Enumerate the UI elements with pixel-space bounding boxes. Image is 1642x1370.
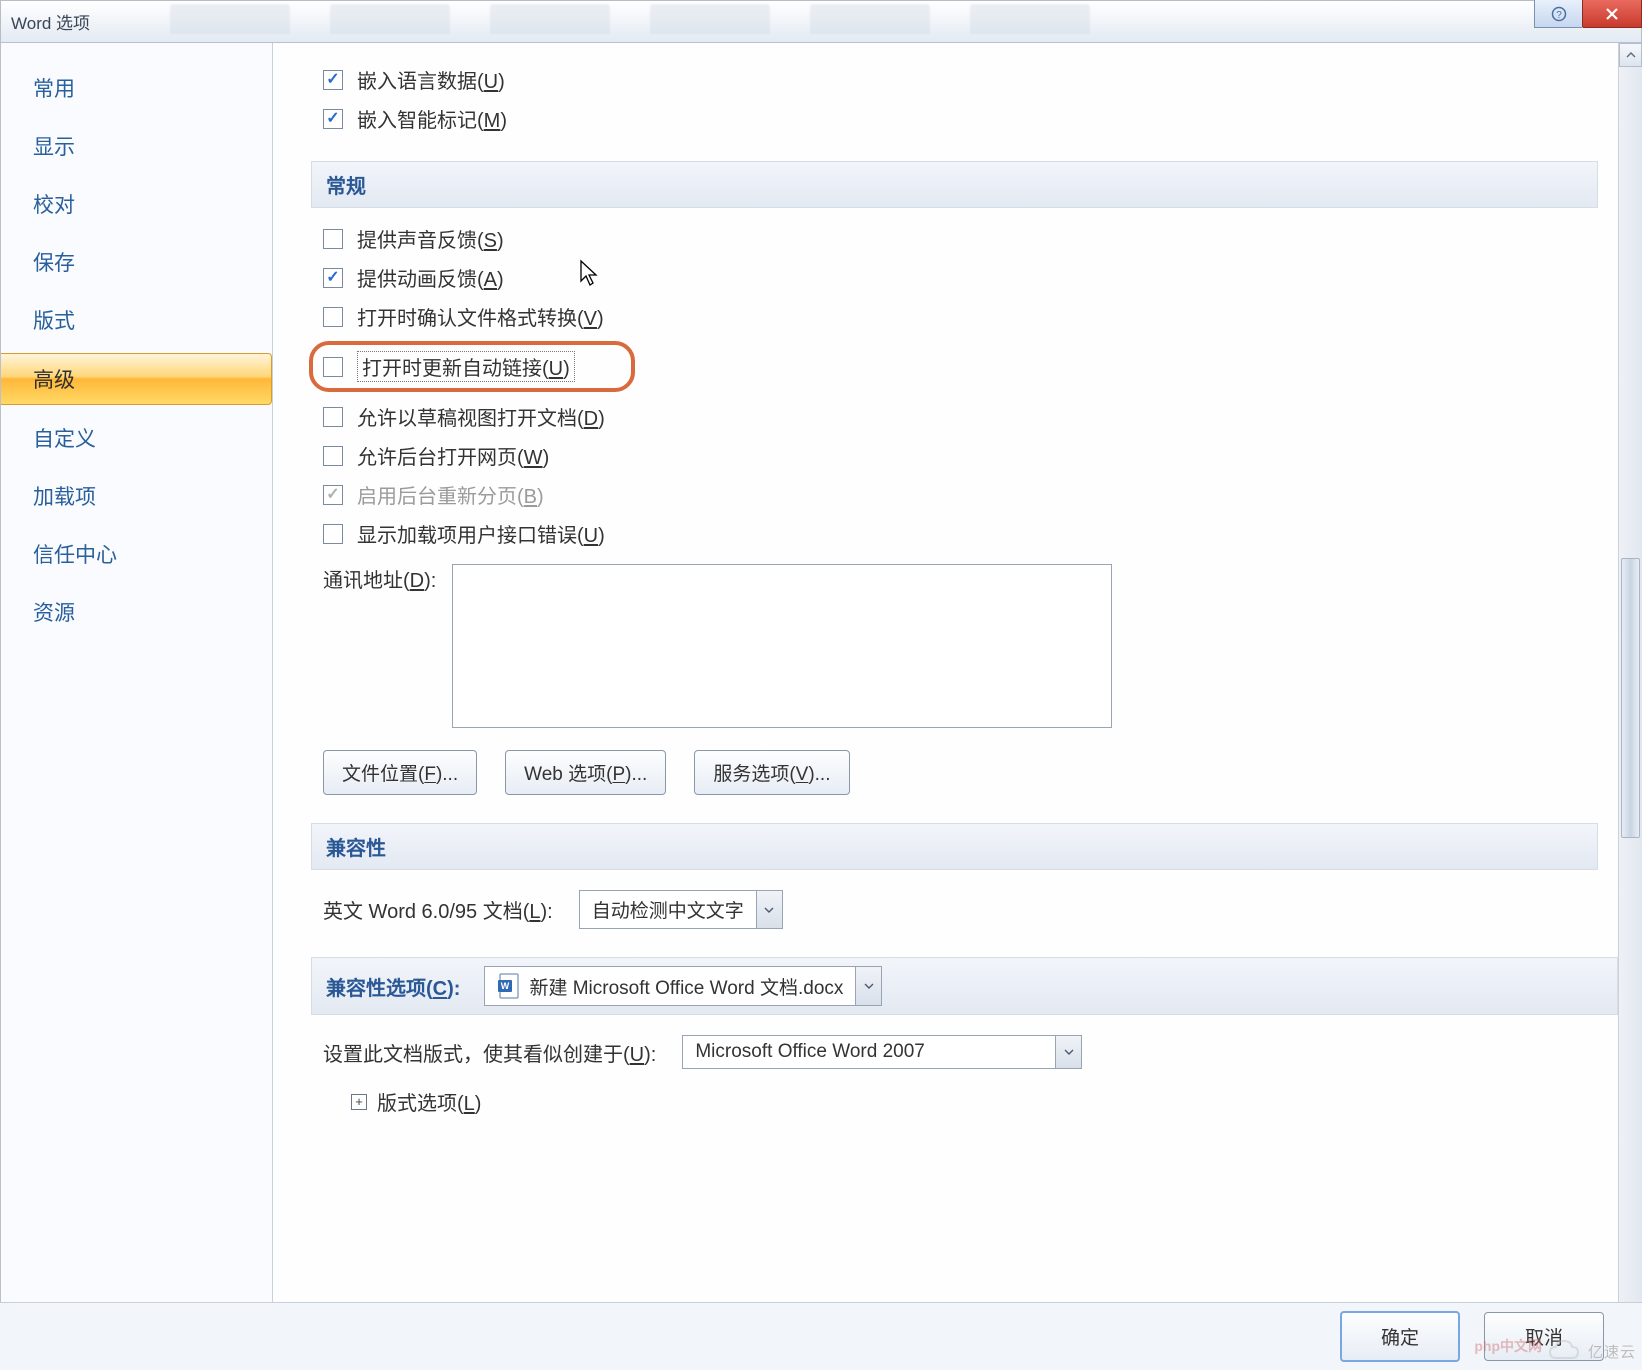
close-icon <box>1604 6 1620 22</box>
checkbox-icon <box>323 307 343 327</box>
plus-icon: + <box>351 1094 367 1110</box>
layout-as-row: 设置此文档版式，使其看似创建于(U): Microsoft Office Wor… <box>323 1035 1606 1069</box>
check-addin-ui-errors[interactable]: 显示加载项用户接口错误(U) <box>323 519 1606 548</box>
checkbox-icon <box>323 446 343 466</box>
expander-label: 版式选项(L) <box>377 1087 481 1116</box>
layout-as-combo[interactable]: Microsoft Office Word 2007 <box>682 1035 1082 1069</box>
combo-value: Microsoft Office Word 2007 <box>683 1036 1055 1068</box>
checkbox-icon <box>323 485 343 505</box>
check-label: 嵌入语言数据(U) <box>357 65 505 94</box>
check-embed-language[interactable]: 嵌入语言数据(U) <box>323 65 1606 94</box>
mailing-label: 通讯地址(D): <box>323 564 436 593</box>
check-update-auto-links[interactable]: 打开时更新自动链接(U) <box>323 351 575 382</box>
sidebar-item-save[interactable]: 保存 <box>1 237 272 287</box>
check-animation-feedback[interactable]: 提供动画反馈(A) <box>323 263 1606 292</box>
check-draft-open[interactable]: 允许以草稿视图打开文档(D) <box>323 402 1606 431</box>
window-title: Word 选项 <box>11 9 90 34</box>
sidebar-item-display[interactable]: 显示 <box>1 121 272 171</box>
check-bg-repagination: 启用后台重新分页(B) <box>323 480 1606 509</box>
dialog-body: 常用 显示 校对 保存 版式 高级 自定义 加载项 信任中心 资源 嵌入语言数据… <box>0 42 1642 1332</box>
combo-value: 自动检测中文文字 <box>580 891 756 928</box>
checkbox-icon <box>323 268 343 288</box>
check-label: 允许以草稿视图打开文档(D) <box>357 402 605 431</box>
chevron-down-icon <box>1055 1036 1081 1068</box>
chevron-down-icon <box>756 891 782 928</box>
word-doc-icon: W <box>497 972 521 1000</box>
check-label: 提供动画反馈(A) <box>357 263 504 292</box>
check-label: 提供声音反馈(S) <box>357 224 504 253</box>
web-options-button[interactable]: Web 选项(P)... <box>505 750 666 795</box>
checkbox-icon <box>323 357 343 377</box>
compat-options-row: 兼容性选项(C): W 新建 Microsoft Office Word 文档.… <box>311 957 1618 1015</box>
check-confirm-convert[interactable]: 打开时确认文件格式转换(V) <box>323 302 1606 331</box>
sidebar-item-proofing[interactable]: 校对 <box>1 179 272 229</box>
checkbox-icon <box>323 524 343 544</box>
combo-value: W 新建 Microsoft Office Word 文档.docx <box>485 967 855 1005</box>
check-label: 启用后台重新分页(B) <box>357 480 544 509</box>
chevron-down-icon <box>855 967 881 1005</box>
sidebar-item-frequent[interactable]: 常用 <box>1 63 272 113</box>
sidebar-item-resources[interactable]: 资源 <box>1 587 272 637</box>
check-label: 嵌入智能标记(M) <box>357 104 507 133</box>
watermark-php: php中文网 <box>1474 1336 1542 1356</box>
check-bg-open-web[interactable]: 允许后台打开网页(W) <box>323 441 1606 470</box>
highlight-annotation: 打开时更新自动链接(U) <box>309 341 635 392</box>
options-panel: 嵌入语言数据(U) 嵌入智能标记(M) 常规 提供声音反馈(S) 提供动画反馈(… <box>273 43 1642 1331</box>
help-button[interactable]: ? <box>1534 0 1582 28</box>
sidebar-item-layout[interactable]: 版式 <box>1 295 272 345</box>
cloud-icon <box>1544 1336 1584 1366</box>
close-button[interactable] <box>1582 0 1642 28</box>
section-compatibility-header: 兼容性 <box>311 823 1598 870</box>
checkbox-icon <box>323 70 343 90</box>
sidebar-item-addins[interactable]: 加载项 <box>1 471 272 521</box>
en-word-label: 英文 Word 6.0/95 文档(L): <box>323 895 553 924</box>
check-embed-smart-tags[interactable]: 嵌入智能标记(M) <box>323 104 1606 133</box>
check-sound-feedback[interactable]: 提供声音反馈(S) <box>323 224 1606 253</box>
check-label: 打开时确认文件格式转换(V) <box>357 302 604 331</box>
svg-text:W: W <box>501 981 510 991</box>
mailing-address-input[interactable] <box>452 564 1112 728</box>
section-general-header: 常规 <box>311 161 1598 208</box>
sidebar-item-trust[interactable]: 信任中心 <box>1 529 272 579</box>
mailing-address-row: 通讯地址(D): <box>323 564 1606 728</box>
checkbox-icon <box>323 229 343 249</box>
watermark: 亿速云 <box>1544 1336 1636 1366</box>
layout-as-label: 设置此文档版式，使其看似创建于(U): <box>323 1038 656 1067</box>
sidebar-item-customize[interactable]: 自定义 <box>1 413 272 463</box>
scrollbar-thumb[interactable] <box>1621 558 1640 838</box>
service-options-button[interactable]: 服务选项(V)... <box>694 750 849 795</box>
checkbox-icon <box>323 407 343 427</box>
general-buttons: 文件位置(F)... Web 选项(P)... 服务选项(V)... <box>323 750 1606 795</box>
check-label: 打开时更新自动链接(U) <box>357 351 575 382</box>
en-word-combo[interactable]: 自动检测中文文字 <box>579 890 783 929</box>
scroll-up-button[interactable] <box>1619 43 1642 67</box>
compat-options-label: 兼容性选项(C): <box>326 972 460 1001</box>
check-label: 允许后台打开网页(W) <box>357 441 549 470</box>
help-icon: ? <box>1551 6 1567 22</box>
en-word-row: 英文 Word 6.0/95 文档(L): 自动检测中文文字 <box>323 890 1606 929</box>
blurred-background-tabs <box>170 4 1512 40</box>
scrollbar[interactable] <box>1618 43 1642 1331</box>
layout-options-expander[interactable]: + 版式选项(L) <box>351 1087 1606 1116</box>
chevron-up-icon <box>1626 52 1636 58</box>
dialog-footer: 确定 取消 <box>0 1302 1642 1370</box>
sidebar-item-advanced[interactable]: 高级 <box>1 353 272 405</box>
checkbox-icon <box>323 109 343 129</box>
ok-button[interactable]: 确定 <box>1340 1311 1460 1362</box>
category-sidebar: 常用 显示 校对 保存 版式 高级 自定义 加载项 信任中心 资源 <box>1 43 273 1331</box>
file-locations-button[interactable]: 文件位置(F)... <box>323 750 477 795</box>
compat-options-combo[interactable]: W 新建 Microsoft Office Word 文档.docx <box>484 966 882 1006</box>
check-label: 显示加载项用户接口错误(U) <box>357 519 605 548</box>
svg-text:?: ? <box>1556 10 1562 21</box>
title-bar: Word 选项 ? <box>0 0 1642 42</box>
